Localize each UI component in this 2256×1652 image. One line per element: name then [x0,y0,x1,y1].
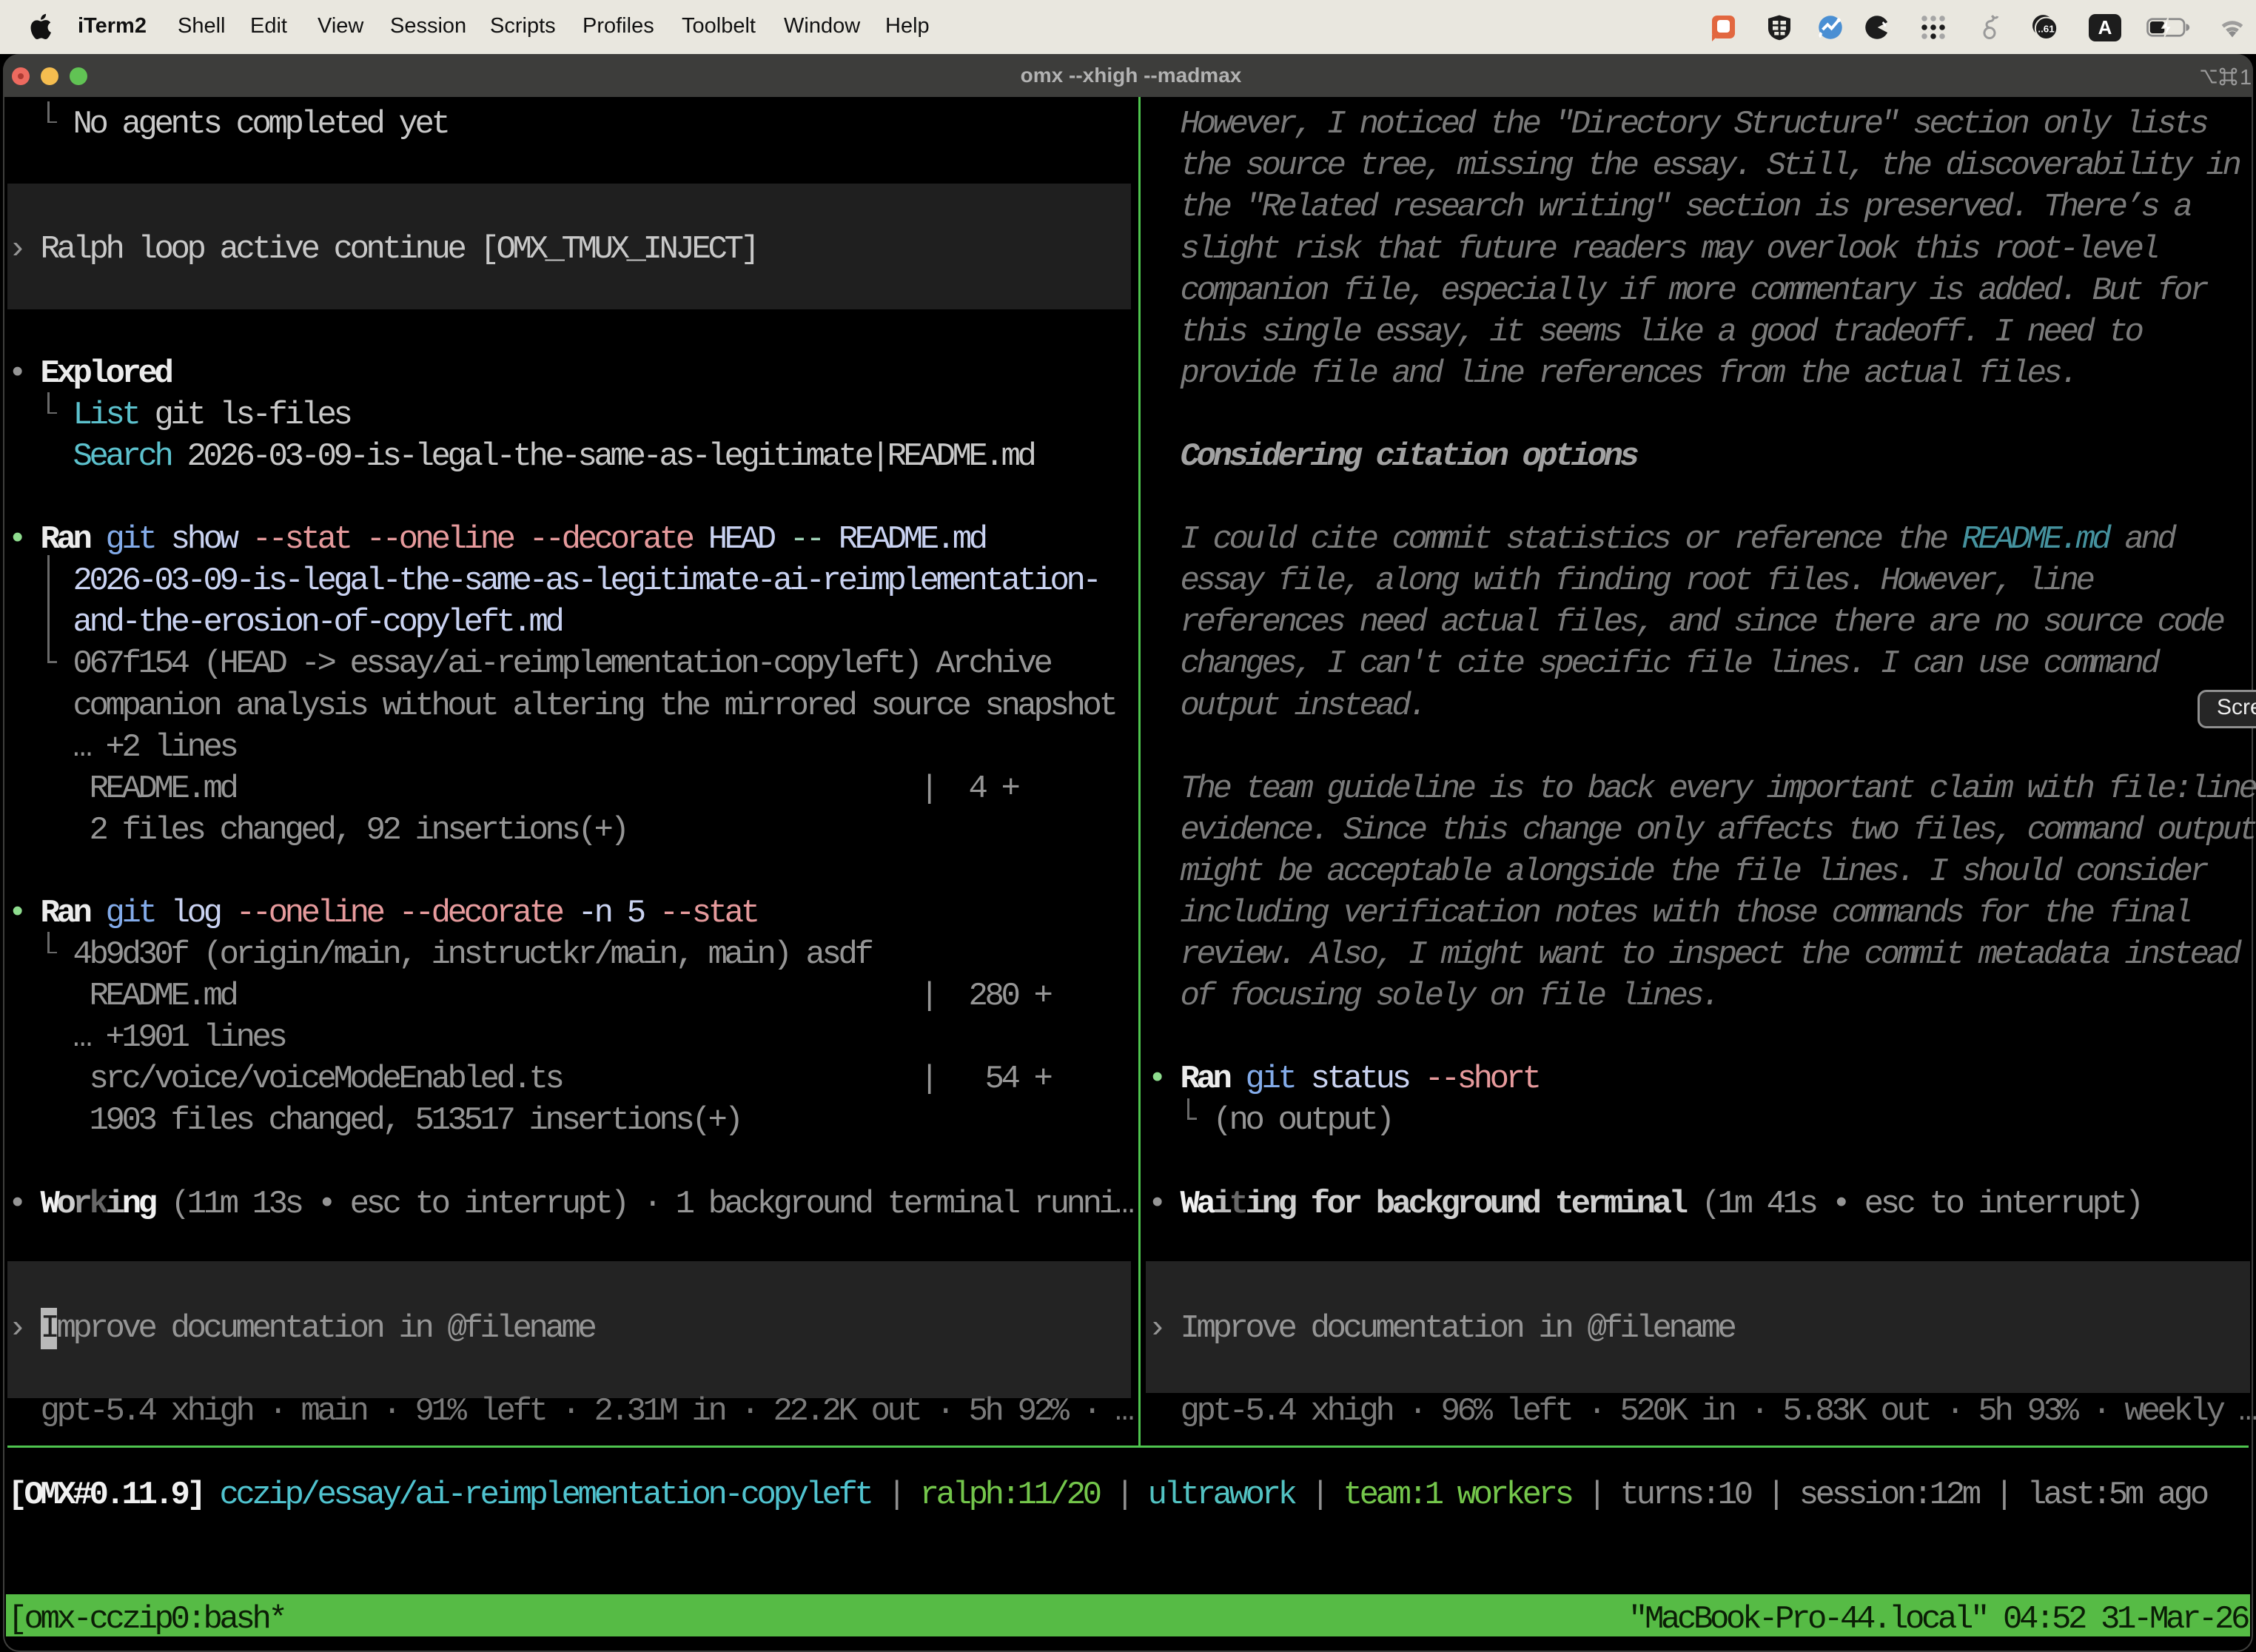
svg-text:..61: ..61 [2038,23,2055,34]
